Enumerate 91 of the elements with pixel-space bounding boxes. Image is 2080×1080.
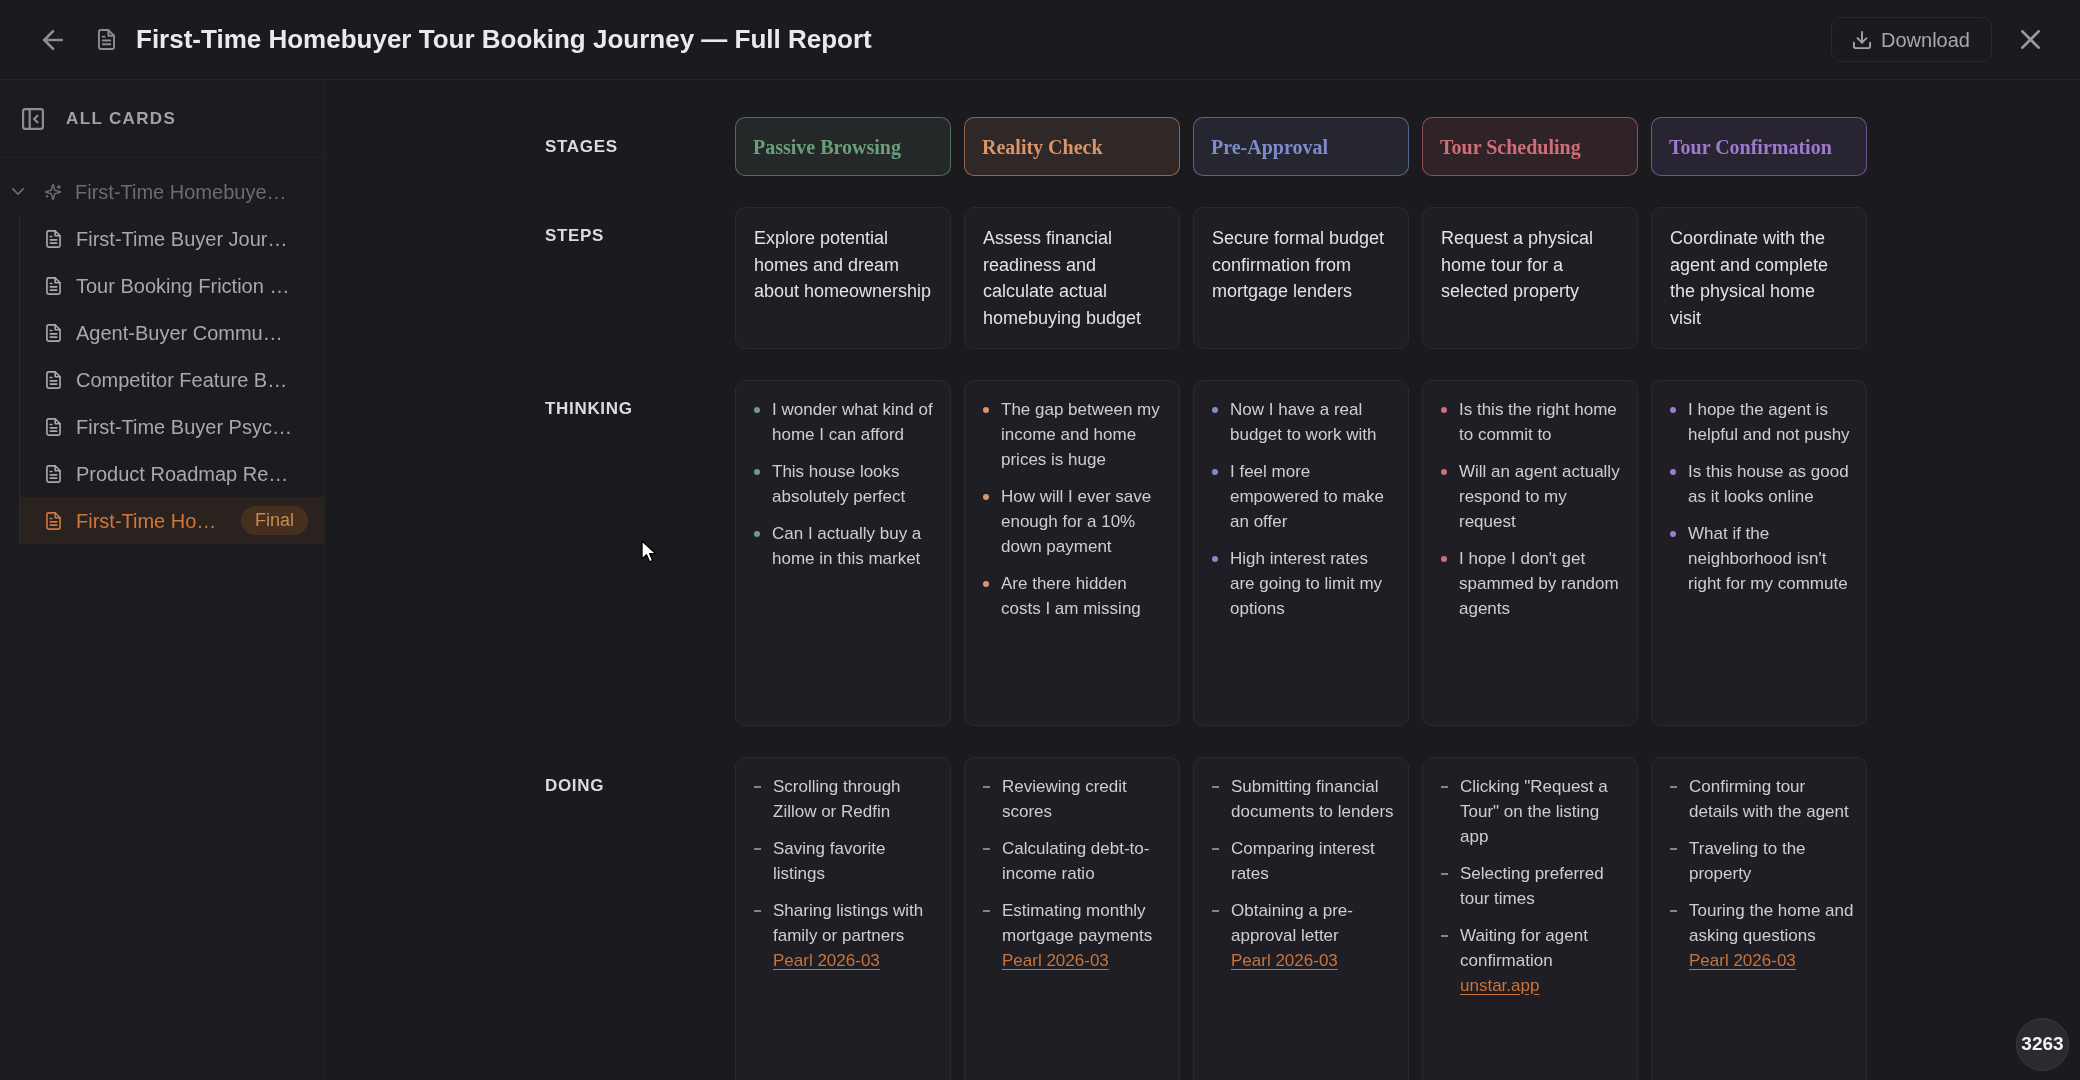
row-label: THINKING bbox=[545, 399, 633, 418]
tree-item[interactable]: First-Time Buyer Psyc… bbox=[20, 403, 324, 450]
citation-link[interactable]: unstar.app bbox=[1460, 976, 1540, 995]
stage-header: Tour Confirmation bbox=[1651, 117, 1867, 176]
tree-item[interactable]: Product Roadmap Re… bbox=[20, 450, 324, 497]
mouse-pointer-icon bbox=[641, 540, 657, 564]
dash-icon bbox=[1441, 786, 1448, 788]
status-badge: Final bbox=[241, 506, 308, 535]
back-arrow-icon bbox=[43, 29, 63, 50]
thought-text: I hope I don't get spammed by random agents bbox=[1459, 548, 1620, 620]
action-text: Confirming tour details with the agent bbox=[1689, 776, 1850, 823]
dash-icon bbox=[983, 910, 990, 912]
document-icon bbox=[46, 276, 61, 295]
action-text: Estimating monthly mortgage payments Pearl 2026-03 bbox=[1002, 900, 1154, 972]
citation-link[interactable]: Pearl 2026-03 bbox=[1231, 951, 1338, 970]
thought-text: Now I have a real budget to work with bbox=[1230, 399, 1378, 446]
tree-item[interactable]: First-Time Buyer Jour… bbox=[20, 215, 324, 262]
thought-text: The gap between my income and home prices is huge bbox=[1001, 399, 1161, 471]
dash-icon bbox=[754, 910, 761, 912]
stage-header: Pre-Approval bbox=[1193, 117, 1409, 176]
document-icon bbox=[46, 323, 61, 342]
action-text: Waiting for agent confirmation unstar.app bbox=[1460, 925, 1589, 997]
report-title: First-Time Homebuyer Tour Booking Journey — Full Report bbox=[136, 23, 872, 56]
thought-text: Will an agent actually respond to my request bbox=[1459, 461, 1621, 533]
thought-text: What if the neighborhood isn't right for my commute bbox=[1688, 523, 1849, 595]
step-description: Assess financial readiness and calculate actual homebuying budget bbox=[983, 227, 1143, 330]
tree-item[interactable]: Competitor Feature B… bbox=[20, 356, 324, 403]
thought-text: I feel more empowered to make an offer bbox=[1230, 461, 1386, 533]
dash-icon bbox=[1212, 848, 1219, 850]
counter-badge: 3263 bbox=[2016, 1018, 2069, 1071]
panel-left-icon bbox=[22, 107, 44, 130]
dash-icon bbox=[754, 786, 761, 788]
row-label: STEPS bbox=[545, 226, 605, 245]
tree-item[interactable]: Tour Booking Friction … bbox=[20, 262, 324, 309]
dash-icon bbox=[1670, 786, 1677, 788]
action-text: Clicking "Request a Tour" on the listing app bbox=[1460, 776, 1609, 848]
close-icon bbox=[2020, 30, 2040, 49]
action-text: Comparing interest rates bbox=[1231, 838, 1376, 885]
document-icon bbox=[46, 464, 61, 483]
dash-icon bbox=[1212, 910, 1219, 912]
thought-text: This house looks absolutely perfect bbox=[772, 461, 907, 508]
dash-icon bbox=[983, 848, 990, 850]
thought-text: High interest rates are going to limit my options bbox=[1230, 548, 1384, 620]
action-text: Traveling to the property bbox=[1689, 838, 1807, 885]
action-text: Touring the home and asking questions Pearl 2026-03 bbox=[1689, 900, 1854, 972]
download-button[interactable]: Download bbox=[1831, 17, 1992, 62]
document-icon bbox=[46, 417, 61, 436]
citation-link[interactable]: Pearl 2026-03 bbox=[773, 951, 880, 970]
thought-text: Are there hidden costs I am missing bbox=[1001, 573, 1142, 620]
stage-header: Passive Browsing bbox=[735, 117, 951, 176]
action-text: Selecting preferred tour times bbox=[1460, 863, 1605, 910]
action-text: Submitting financial documents to lenders bbox=[1231, 776, 1395, 823]
tree-item[interactable]: Agent-Buyer Commu… bbox=[20, 309, 324, 356]
action-text: Scrolling through Zillow or Redfin bbox=[773, 776, 902, 823]
sidebar-heading: ALL CARDS bbox=[66, 107, 177, 130]
dash-icon bbox=[1670, 848, 1677, 850]
sparkle-icon bbox=[45, 183, 61, 200]
thought-text: Can I actually buy a home in this market bbox=[772, 523, 923, 570]
action-text: Reviewing credit scores bbox=[1002, 776, 1128, 823]
step-description: Explore potential homes and dream about homeownership bbox=[754, 227, 932, 303]
thought-text: I wonder what kind of home I can afford bbox=[772, 399, 934, 446]
sidebar-toggle-button[interactable] bbox=[22, 107, 44, 130]
thought-text: Is this the right home to commit to bbox=[1459, 399, 1618, 446]
step-description: Coordinate with the agent and complete the physical home visit bbox=[1670, 227, 1830, 330]
action-text: Sharing listings with family or partners Pearl 2026-03 bbox=[773, 900, 925, 972]
dash-icon bbox=[1670, 910, 1677, 912]
dash-icon bbox=[1441, 935, 1448, 937]
dash-icon bbox=[983, 786, 990, 788]
dash-icon bbox=[754, 848, 761, 850]
download-icon bbox=[1853, 30, 1871, 49]
step-description: Request a physical home tour for a selected property bbox=[1441, 227, 1595, 303]
document-icon bbox=[46, 229, 61, 248]
document-icon bbox=[46, 511, 61, 530]
row-label: DOING bbox=[545, 776, 605, 795]
step-description: Secure formal budget confirmation from mortgage lenders bbox=[1212, 227, 1386, 303]
action-text: Calculating debt-to-income ratio bbox=[1002, 838, 1151, 885]
stage-header: Reality Check bbox=[964, 117, 1180, 176]
dash-icon bbox=[1441, 873, 1448, 875]
dash-icon bbox=[1212, 786, 1219, 788]
document-icon bbox=[98, 29, 115, 50]
citation-link[interactable]: Pearl 2026-03 bbox=[1002, 951, 1109, 970]
stage-header: Tour Scheduling bbox=[1422, 117, 1638, 176]
thought-text: Is this house as good as it looks online bbox=[1688, 461, 1850, 508]
thought-text: I hope the agent is helpful and not pushy bbox=[1688, 399, 1851, 446]
citation-link[interactable]: Pearl 2026-03 bbox=[1689, 951, 1796, 970]
row-label: STAGES bbox=[545, 135, 618, 158]
thought-text: How will I ever save enough for a 10% down payment bbox=[1001, 486, 1153, 558]
action-text: Saving favorite listings bbox=[773, 838, 887, 885]
tree-item[interactable]: First-Time Ho… Final bbox=[20, 497, 324, 544]
document-icon bbox=[46, 370, 61, 389]
action-text: Obtaining a pre-approval letter Pearl 2026-03 bbox=[1231, 900, 1354, 972]
